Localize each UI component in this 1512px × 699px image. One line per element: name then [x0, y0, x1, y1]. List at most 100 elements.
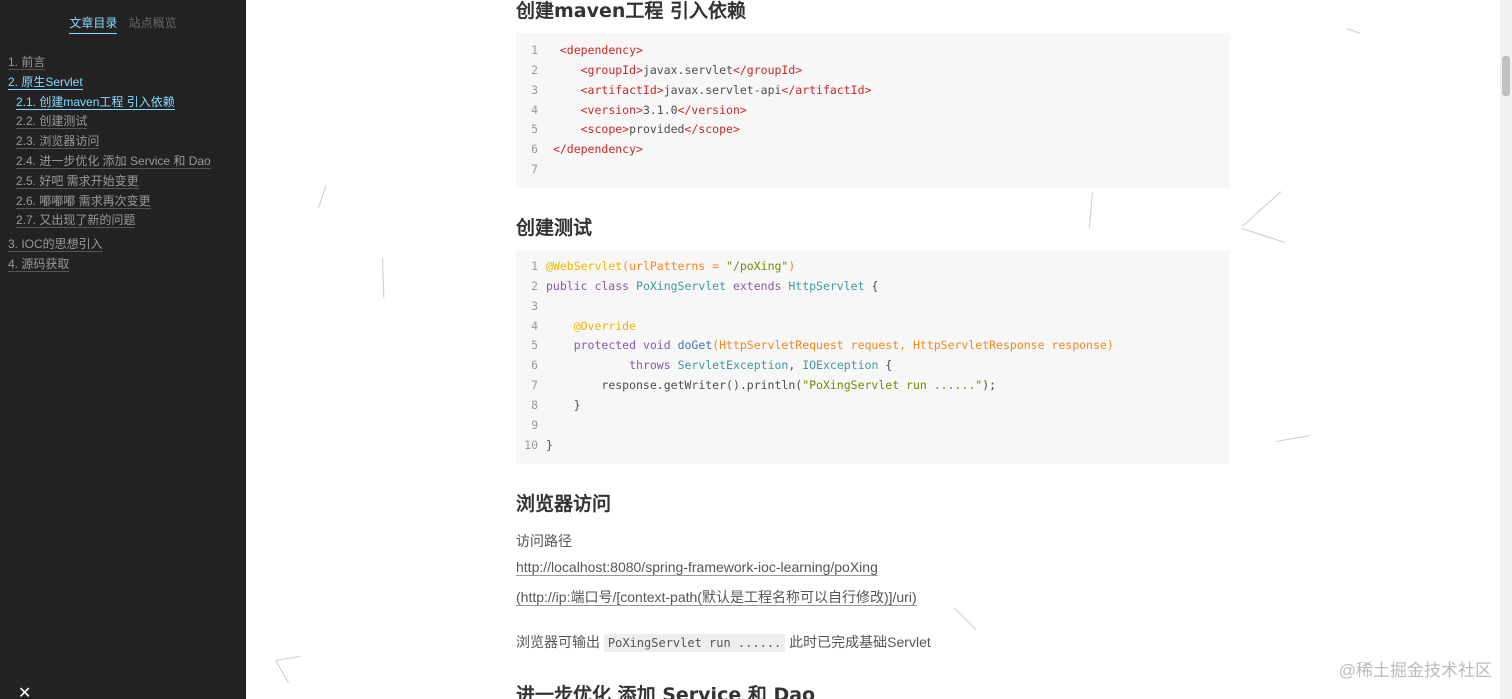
sidebar-item: 2.4. 进一步优化 添加 Service 和 Dao: [8, 152, 211, 172]
line-number: 9: [531, 417, 538, 432]
sidebar-item-link[interactable]: 2.2. 创建测试: [16, 114, 88, 130]
heading-browser-access: 浏览器访问: [516, 493, 612, 515]
scrollbar-thumb[interactable]: [1502, 56, 1510, 96]
code-text: public class PoXingServlet extends HttpS…: [546, 277, 878, 297]
code-token: </scope>: [684, 122, 740, 137]
code-token: </version>: [677, 102, 747, 117]
tab-toc[interactable]: 文章目录: [69, 14, 118, 34]
sidebar-item: 2.3. 浏览器访问: [8, 132, 211, 152]
code-token: @WebServlet: [546, 259, 623, 273]
code-token: "/poXing": [726, 259, 789, 273]
code-token: throws: [629, 358, 678, 373]
code-block-dependency: 1 <dependency> 2 <groupId>javax.servlet</…: [516, 33, 1230, 188]
sidebar-item-link[interactable]: 1. 前言: [8, 55, 46, 70]
code-token: HttpServlet: [788, 278, 872, 293]
sidebar: 文章目录 站点概览 1. 前言 2. 原生Servlet 2.1. 创建maven工…: [0, 0, 246, 699]
line-number: 7: [531, 162, 538, 177]
watermark: @稀土掘金技术社区: [1338, 661, 1492, 680]
code-token: {: [871, 278, 879, 293]
output-suffix: 此时已完成基础Servlet: [789, 634, 931, 650]
sidebar-item: 2.7. 又出现了新的问题: [8, 211, 211, 231]
code-token: (urlPatterns =: [622, 259, 727, 273]
sidebar-item-link[interactable]: 2. 原生Servlet: [8, 74, 83, 90]
line-number: 1: [531, 259, 538, 273]
sidebar-item: 1. 前言: [8, 53, 211, 73]
line-number: 4: [531, 318, 538, 333]
sidebar-item: 2.5. 好吧 需求开始变更: [8, 172, 211, 192]
tab-overview[interactable]: 站点概览: [129, 14, 177, 33]
heading-create-maven: 创建maven工程 引入依赖: [516, 0, 747, 22]
code-text: <groupId>javax.servlet</groupId>: [546, 61, 803, 81]
decoration-line: [318, 185, 327, 209]
sidebar-item-link[interactable]: 2.6. 嘟嘟嘟 需求再次变更: [16, 193, 151, 209]
code-text: </dependency>: [546, 140, 643, 160]
close-icon[interactable]: ✕: [18, 683, 31, 699]
scrollbar[interactable]: [1500, 0, 1512, 699]
code-line: 6 </dependency>: [516, 140, 1230, 160]
code-line: 1 <dependency>: [516, 41, 1230, 61]
line-number: 5: [531, 338, 538, 353]
code-token: javax.servlet: [642, 62, 733, 77]
sidebar-item-link[interactable]: 2.3. 浏览器访问: [16, 134, 100, 150]
sidebar-item-link[interactable]: 2.1. 创建maven工程 引入依赖: [16, 94, 175, 110]
sidebar-item-link[interactable]: 4. 源码获取: [8, 256, 70, 272]
decoration-line: [1242, 191, 1282, 227]
code-text: @WebServlet(urlPatterns = "/poXing"): [546, 257, 795, 277]
localhost-url-link[interactable]: http://localhost:8080/spring-framework-i…: [516, 559, 878, 576]
code-line: 2 public class PoXingServlet extends Http…: [516, 277, 1230, 297]
output-prefix: 浏览器可输出: [516, 634, 600, 650]
code-token: <groupId>: [580, 62, 643, 77]
code-token: doGet: [677, 338, 713, 353]
sidebar-item-link[interactable]: 2.4. 进一步优化 添加 Service 和 Dao: [16, 153, 211, 169]
code-token: <scope>: [580, 122, 630, 137]
line-number: 6: [531, 142, 538, 157]
code-line: 8 }: [516, 396, 1230, 416]
code-token: @Override: [573, 318, 637, 333]
code-line: 4 <version>3.1.0</version>: [516, 101, 1230, 121]
decoration-line: [275, 660, 289, 684]
code-text: }: [546, 396, 581, 416]
decoration-line: [382, 258, 385, 299]
code-token: "PoXingServlet run ......": [802, 378, 983, 393]
code-token: );: [982, 378, 997, 393]
code-token: ServletException: [677, 358, 789, 373]
decoration-line: [1346, 28, 1361, 34]
line-number: 3: [531, 82, 538, 97]
code-line: 5 protected void doGet(HttpServletReques…: [516, 336, 1230, 356]
code-token: </groupId>: [732, 62, 803, 77]
output-inline-code: PoXingServlet run ......: [603, 634, 786, 652]
code-line: 3 <artifactId>javax.servlet-api</artifac…: [516, 81, 1230, 101]
line-number: 1: [531, 43, 538, 57]
code-text: protected void doGet(HttpServletRequest …: [546, 336, 1114, 356]
code-line: 6 throws ServletException, IOException {: [516, 356, 1230, 376]
code-token: ): [788, 259, 796, 273]
code-token: <version>: [580, 102, 643, 117]
url-pattern-link[interactable]: (http://ip:端口号/[context-path(默认是工程名称可以自行…: [516, 589, 917, 606]
code-line: 3: [516, 297, 1230, 317]
code-token: {: [885, 358, 893, 373]
code-line: 2 <groupId>javax.servlet</groupId>: [516, 61, 1230, 81]
heading-next-optimize: 进一步优化 添加 Service 和 Dao: [516, 684, 816, 699]
sidebar-item: 2. 原生Servlet: [8, 73, 211, 93]
code-token: response.getWriter().println(: [601, 378, 803, 393]
sidebar-tabs: 文章目录 站点概览: [0, 14, 246, 34]
code-line: 7 response.getWriter().println("PoXingSe…: [516, 376, 1230, 396]
sidebar-item: 2.6. 嘟嘟嘟 需求再次变更: [8, 192, 211, 212]
sidebar-item-link[interactable]: 2.5. 好吧 需求开始变更: [16, 173, 139, 189]
code-line: 10}: [516, 436, 1230, 456]
code-text: <artifactId>javax.servlet-api</artifactI…: [546, 81, 872, 101]
line-number: 8: [531, 397, 538, 412]
sidebar-item: 4. 源码获取: [8, 255, 211, 275]
sidebar-item-link[interactable]: 2.7. 又出现了新的问题: [16, 213, 136, 229]
code-token: provided: [629, 122, 685, 137]
code-token: <artifactId>: [580, 82, 664, 97]
code-block-servlet: 1 @WebServlet(urlPatterns = "/poXing") 2 pu…: [516, 250, 1230, 464]
code-text: <dependency>: [546, 41, 643, 61]
code-token: </dependency>: [552, 142, 643, 157]
sidebar-item-link[interactable]: 3. IOC的思想引入: [8, 237, 103, 253]
